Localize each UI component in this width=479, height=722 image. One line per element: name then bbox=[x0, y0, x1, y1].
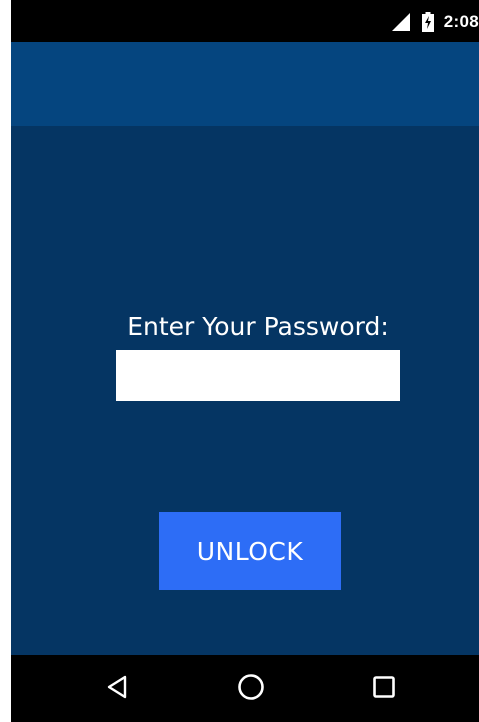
status-icons: 2:08 bbox=[391, 11, 479, 33]
password-prompt-label: Enter Your Password: bbox=[127, 312, 389, 341]
password-input[interactable] bbox=[116, 350, 400, 401]
recents-button[interactable] bbox=[362, 669, 406, 709]
battery-charging-icon bbox=[421, 12, 434, 32]
signal-icon bbox=[391, 13, 410, 31]
phone-screen: 2:08 Enter Your Password: UNLOCK bbox=[11, 0, 479, 722]
status-time: 2:08 bbox=[443, 12, 479, 31]
recents-icon bbox=[372, 675, 396, 703]
home-button[interactable] bbox=[229, 669, 273, 709]
navigation-bar bbox=[11, 655, 479, 722]
home-icon bbox=[237, 673, 265, 705]
back-button[interactable] bbox=[95, 669, 139, 709]
lock-screen-content: Enter Your Password: UNLOCK bbox=[11, 126, 479, 655]
back-icon bbox=[105, 675, 129, 703]
app-bar bbox=[11, 42, 479, 126]
unlock-button[interactable]: UNLOCK bbox=[159, 512, 341, 590]
status-bar: 2:08 bbox=[11, 0, 479, 42]
